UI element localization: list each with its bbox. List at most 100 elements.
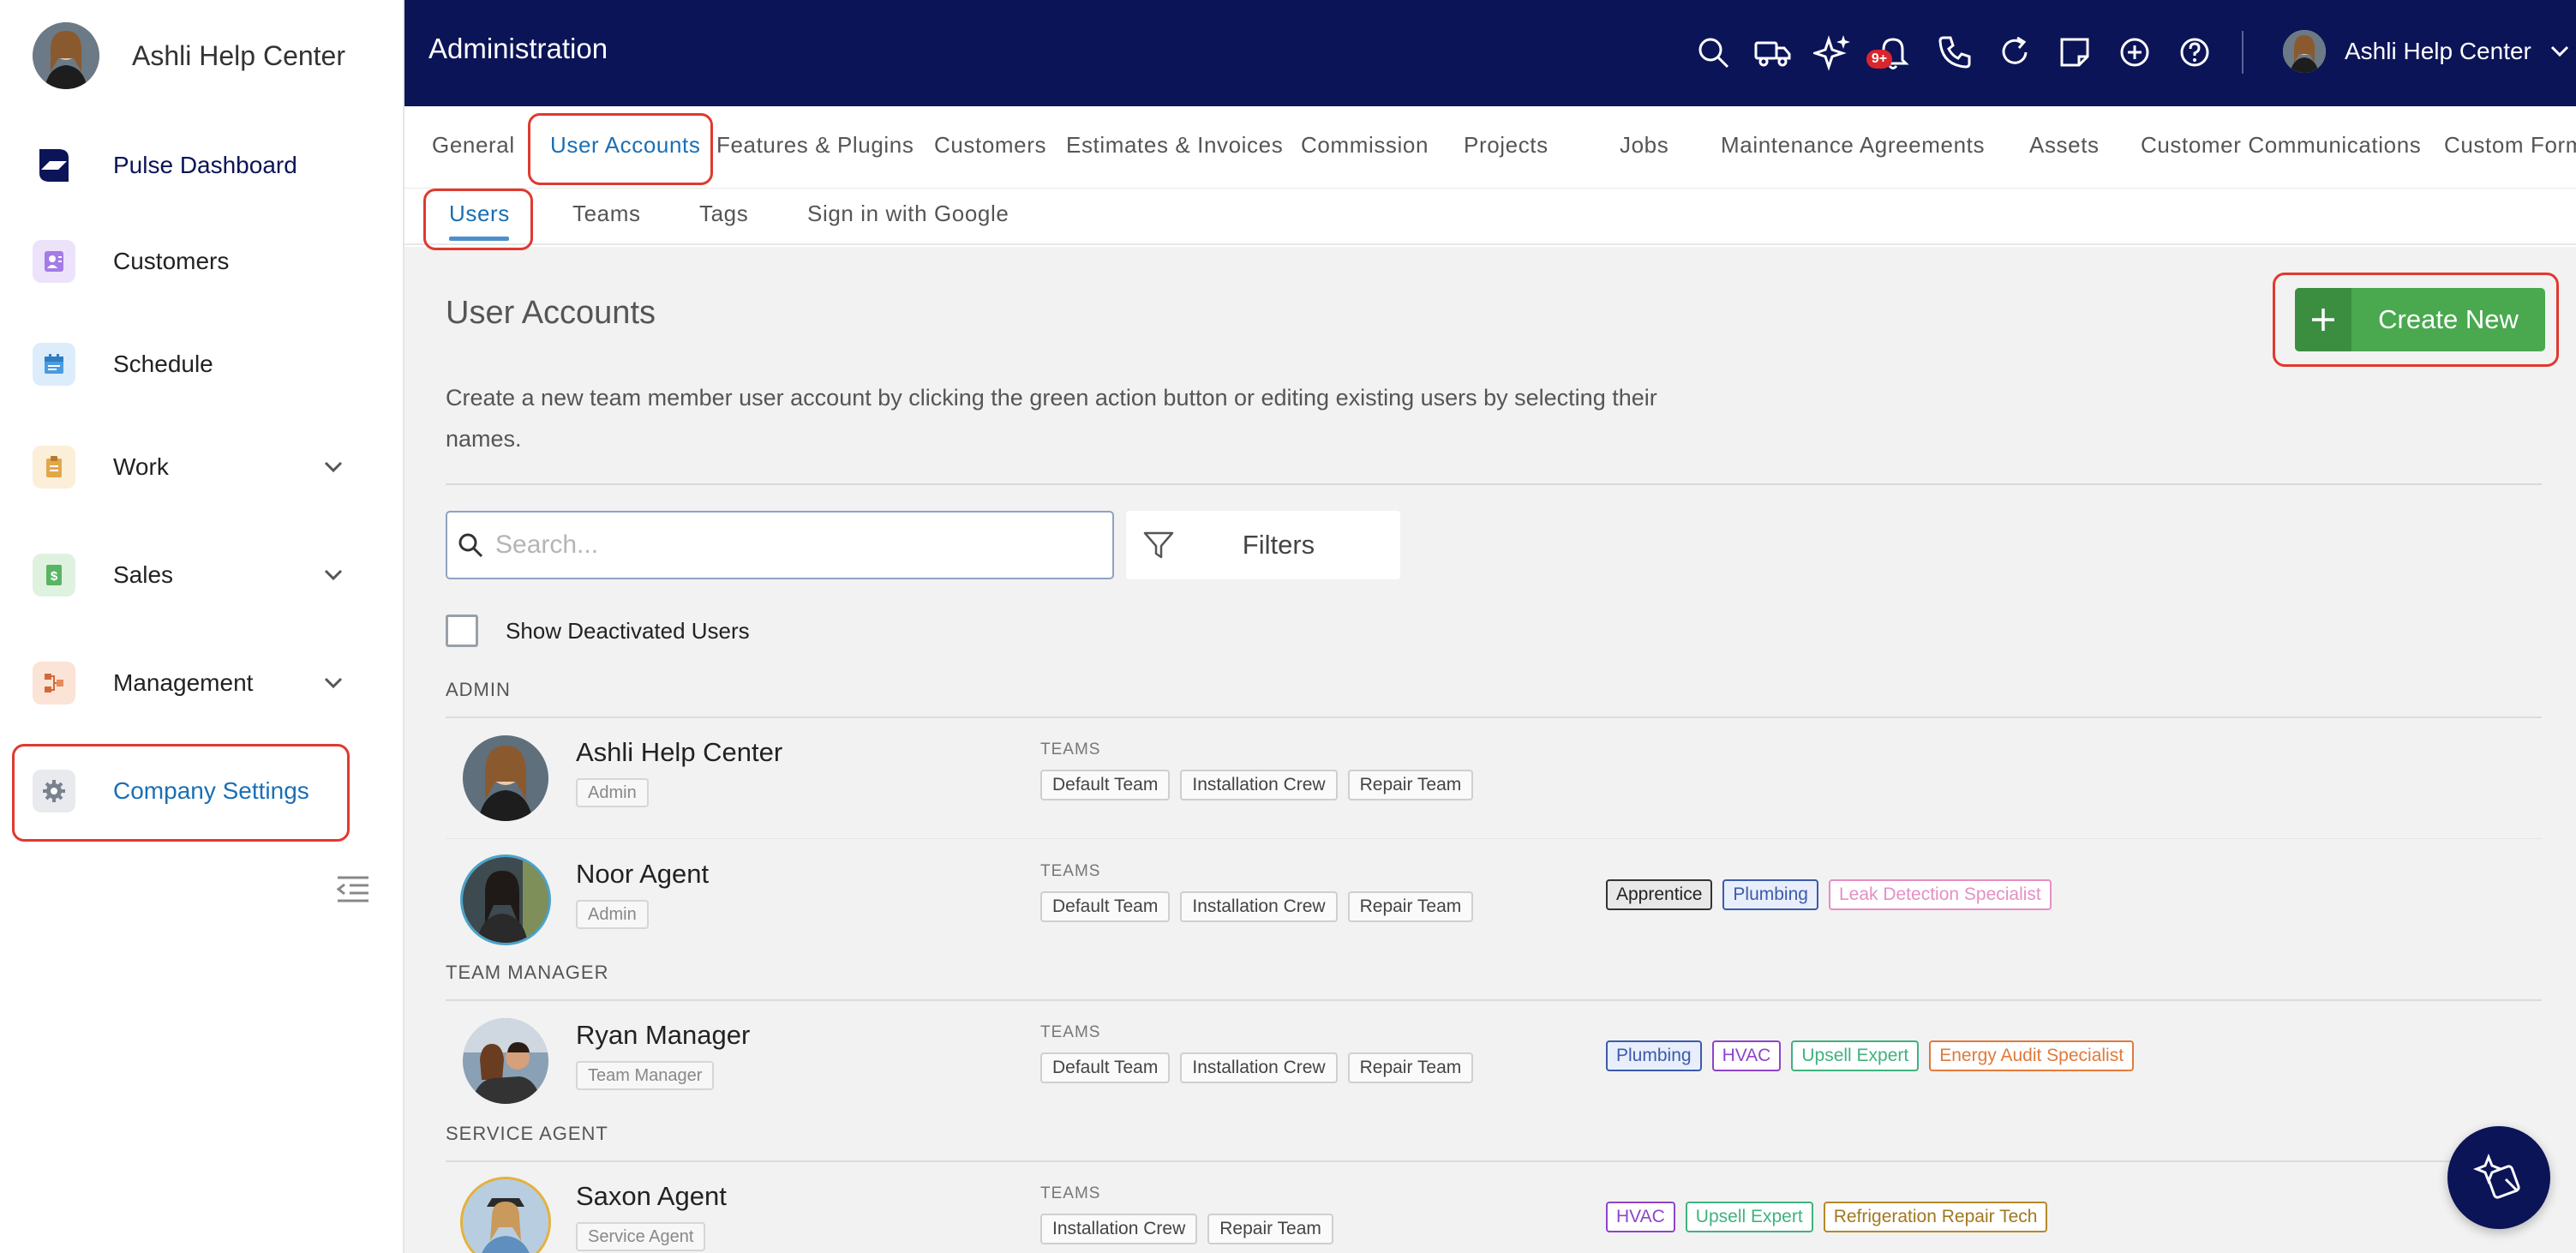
tab-user-accounts[interactable]: User Accounts	[550, 132, 700, 159]
skill-tag: Plumbing	[1606, 1040, 1702, 1071]
subtab-users[interactable]: Users	[449, 201, 510, 227]
collapse-sidebar-icon[interactable]	[334, 872, 372, 907]
show-deactivated-row: Show Deactivated Users	[446, 614, 750, 648]
dollar-document-icon: $	[33, 554, 75, 597]
sidebar-item-schedule[interactable]: Schedule	[14, 326, 348, 403]
chevron-down-icon	[324, 677, 343, 689]
sidebar-item-work[interactable]: Work	[14, 429, 348, 506]
skill-tag: Refrigeration Repair Tech	[1823, 1202, 2048, 1232]
skill-tag: HVAC	[1711, 1040, 1782, 1071]
search-icon[interactable]	[1693, 33, 1733, 72]
tab-custom-forms[interactable]: Custom Form	[2444, 132, 2576, 159]
team-tag: Installation Crew	[1040, 1214, 1198, 1244]
tab-customers[interactable]: Customers	[934, 132, 1046, 159]
tab-estimates-invoices[interactable]: Estimates & Invoices	[1066, 132, 1283, 159]
user-row[interactable]: Saxon Agent Service Agent TEAMS Installa…	[446, 1167, 2542, 1253]
user-name: Noor Agent	[576, 859, 710, 889]
search-input[interactable]	[495, 531, 1095, 560]
divider	[446, 999, 2542, 1001]
admin-subtabs: Users Teams Tags Sign in with Google	[404, 189, 2576, 245]
clipboard-icon	[33, 446, 75, 489]
tab-general[interactable]: General	[432, 132, 515, 159]
main-content: User Accounts Create a new team member u…	[404, 247, 2576, 1253]
sidebar-item-customers[interactable]: Customers	[14, 223, 348, 300]
chevron-down-icon	[324, 461, 343, 473]
tab-maintenance-agreements[interactable]: Maintenance Agreements	[1721, 132, 1985, 159]
tab-assets[interactable]: Assets	[2029, 132, 2100, 159]
phone-icon[interactable]	[1935, 33, 1974, 72]
sticky-note-icon[interactable]	[2055, 33, 2094, 72]
chevron-down-icon	[2550, 45, 2568, 57]
user-name: Ryan Manager	[576, 1020, 751, 1050]
skill-tags: Apprentice Plumbing Leak Detection Speci…	[1606, 879, 2052, 910]
filters-button[interactable]: Filters	[1126, 511, 1400, 579]
avatar	[33, 22, 99, 89]
show-deactivated-checkbox[interactable]	[446, 615, 478, 647]
sidebar-item-label: Company Settings	[113, 777, 309, 804]
user-row[interactable]: Noor Agent Admin TEAMS Default Team Inst…	[446, 845, 2542, 956]
ai-sparkle-icon	[2472, 1153, 2520, 1199]
ai-assistant-button[interactable]	[2447, 1126, 2550, 1229]
plus-icon	[2295, 288, 2351, 351]
search-box	[446, 511, 1114, 579]
user-row[interactable]: Ashli Help Center Admin TEAMS Default Te…	[446, 723, 2542, 835]
user-row[interactable]: Ryan Manager Team Manager TEAMS Default …	[446, 1006, 2542, 1118]
sidebar-item-management[interactable]: Management	[14, 644, 348, 722]
team-tags: Default Team Installation Crew Repair Te…	[1040, 1052, 1474, 1083]
sidebar-account[interactable]: Ashli Help Center	[33, 22, 345, 89]
skill-tags: HVAC Upsell Expert Refrigeration Repair …	[1606, 1202, 2048, 1232]
filters-label: Filters	[1242, 530, 1315, 560]
sidebar-item-label: Management	[113, 669, 254, 696]
role-tag: Service Agent	[576, 1222, 706, 1251]
create-new-label: Create New	[2378, 304, 2519, 334]
team-tag: Repair Team	[1347, 891, 1474, 922]
sidebar-item-label: Sales	[113, 561, 174, 588]
subtab-sign-in-with-google[interactable]: Sign in with Google	[807, 201, 1009, 227]
group-label-service-agent: SERVICE AGENT	[446, 1123, 608, 1144]
team-tags: Default Team Installation Crew Repair Te…	[1040, 891, 1474, 922]
svg-text:$: $	[51, 569, 58, 584]
tab-jobs[interactable]: Jobs	[1620, 132, 1668, 159]
tab-customer-communications[interactable]: Customer Communications	[2141, 132, 2421, 159]
sidebar-item-pulse-dashboard[interactable]: Pulse Dashboard	[14, 127, 348, 204]
teams-heading: TEAMS	[1040, 862, 1101, 880]
teams-heading: TEAMS	[1040, 1023, 1101, 1041]
sidebar-item-sales[interactable]: $ Sales	[14, 537, 348, 614]
divider	[446, 483, 2542, 485]
skill-tag: Plumbing	[1722, 879, 1818, 910]
team-tag: Default Team	[1040, 1052, 1171, 1083]
ai-sparkle-icon[interactable]	[1813, 33, 1853, 72]
calendar-icon	[33, 343, 75, 386]
subtab-teams[interactable]: Teams	[572, 201, 641, 227]
avatar	[2283, 30, 2326, 73]
sidebar-item-company-settings[interactable]: Company Settings	[14, 752, 348, 830]
tab-features-plugins[interactable]: Features & Plugins	[716, 132, 914, 159]
sidebar: Ashli Help Center Pulse Dashboard Custom…	[0, 0, 404, 1253]
team-tag: Installation Crew	[1180, 1052, 1338, 1083]
teams-heading: TEAMS	[1040, 740, 1101, 758]
pulse-logo-icon	[33, 144, 75, 187]
sidebar-item-label: Schedule	[113, 351, 213, 377]
create-new-button[interactable]: Create New	[2295, 288, 2545, 351]
role-tag: Admin	[576, 900, 649, 929]
team-tags: Installation Crew Repair Team	[1040, 1214, 1333, 1244]
help-icon[interactable]	[2175, 33, 2214, 72]
tab-commission[interactable]: Commission	[1301, 132, 1429, 159]
dispatch-truck-icon[interactable]	[1753, 33, 1793, 72]
team-tag: Repair Team	[1207, 1214, 1333, 1244]
user-menu[interactable]: Ashli Help Center	[2283, 26, 2574, 77]
tab-projects[interactable]: Projects	[1464, 132, 1549, 159]
team-tag: Installation Crew	[1180, 891, 1338, 922]
skill-tag: Energy Audit Specialist	[1929, 1040, 2135, 1071]
active-subtab-indicator	[449, 237, 509, 241]
add-circle-icon[interactable]	[2115, 33, 2154, 72]
divider	[2242, 31, 2244, 74]
skill-tag: Upsell Expert	[1791, 1040, 1920, 1071]
org-chart-icon	[33, 662, 75, 704]
avatar	[463, 1018, 548, 1104]
refresh-icon[interactable]	[1995, 33, 2034, 72]
sidebar-item-label: Work	[113, 453, 169, 480]
skill-tag: Leak Detection Specialist	[1828, 879, 2052, 910]
subtab-tags[interactable]: Tags	[699, 201, 748, 227]
role-tag: Team Manager	[576, 1061, 715, 1090]
